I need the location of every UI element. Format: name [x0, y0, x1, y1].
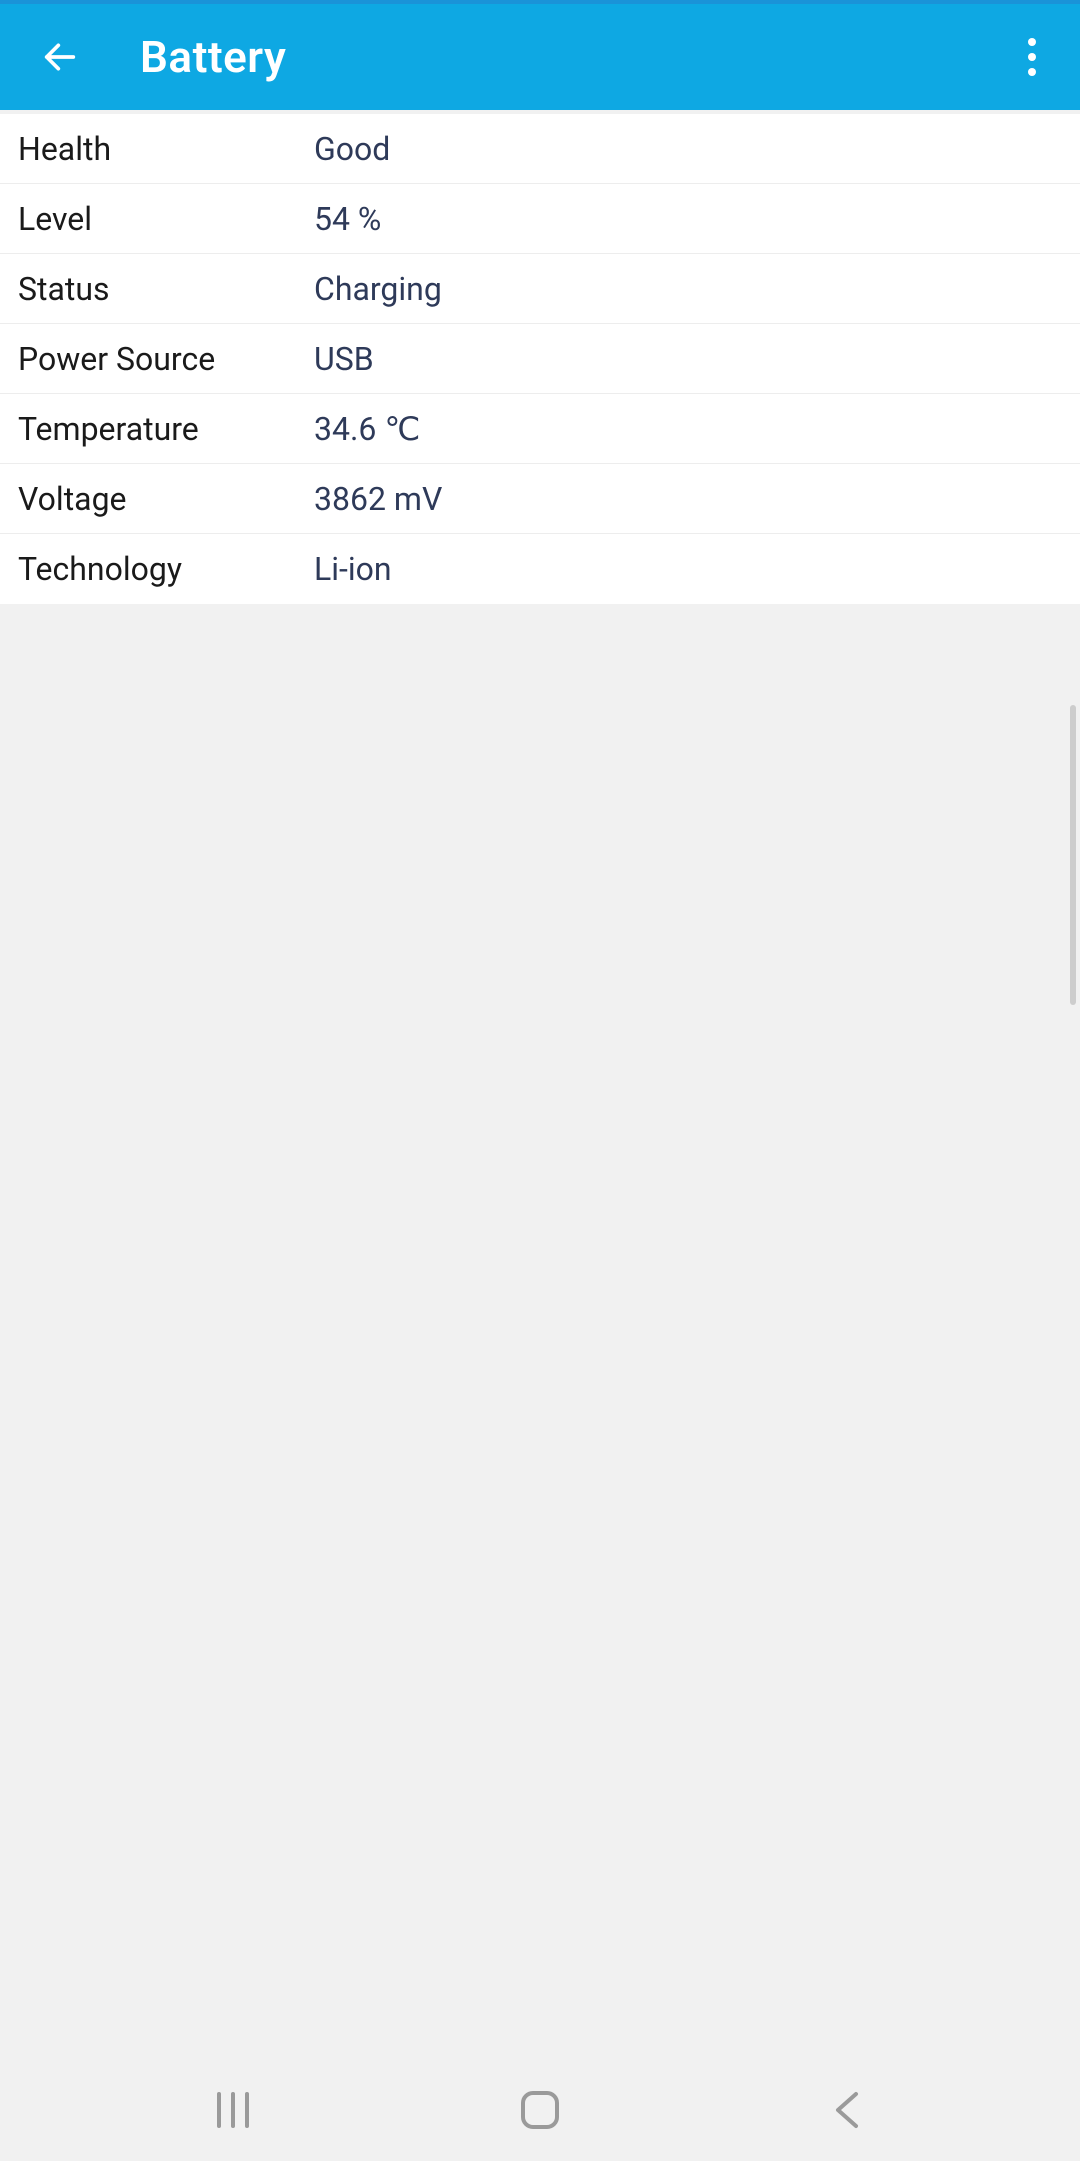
value-technology: Li-ion	[314, 550, 392, 588]
value-level: 54 %	[314, 200, 381, 238]
home-icon	[519, 2089, 561, 2131]
system-nav-bar	[0, 2059, 1080, 2161]
value-status: Charging	[314, 270, 442, 308]
overflow-menu-button[interactable]	[1008, 33, 1056, 81]
row-power-source[interactable]: Power Source USB	[0, 324, 1080, 394]
row-temperature[interactable]: Temperature 34.6 ℃	[0, 394, 1080, 464]
value-health: Good	[314, 130, 390, 168]
label-voltage: Voltage	[18, 480, 314, 518]
arrow-left-icon	[40, 37, 80, 77]
row-voltage[interactable]: Voltage 3862 mV	[0, 464, 1080, 534]
recents-button[interactable]	[183, 2080, 283, 2140]
label-health: Health	[18, 130, 314, 168]
recents-icon	[211, 2090, 255, 2130]
scrollbar-thumb[interactable]	[1070, 705, 1076, 1005]
label-temperature: Temperature	[18, 410, 314, 448]
label-level: Level	[18, 200, 314, 238]
content-area: Health Good Level 54 % Status Charging P…	[0, 110, 1080, 604]
battery-info-list: Health Good Level 54 % Status Charging P…	[0, 114, 1080, 604]
row-level[interactable]: Level 54 %	[0, 184, 1080, 254]
value-voltage: 3862 mV	[314, 480, 442, 518]
home-button[interactable]	[490, 2080, 590, 2140]
value-temperature: 34.6 ℃	[314, 410, 420, 448]
back-button[interactable]	[36, 33, 84, 81]
app-bar: Battery	[0, 4, 1080, 110]
page-title: Battery	[140, 31, 1008, 83]
label-status: Status	[18, 270, 314, 308]
row-technology[interactable]: Technology Li-ion	[0, 534, 1080, 604]
value-power-source: USB	[314, 340, 374, 378]
more-vert-icon	[1027, 37, 1037, 77]
chevron-left-icon	[832, 2088, 862, 2132]
label-technology: Technology	[18, 550, 314, 588]
label-power-source: Power Source	[18, 340, 314, 378]
row-status[interactable]: Status Charging	[0, 254, 1080, 324]
row-health[interactable]: Health Good	[0, 114, 1080, 184]
system-back-button[interactable]	[797, 2080, 897, 2140]
